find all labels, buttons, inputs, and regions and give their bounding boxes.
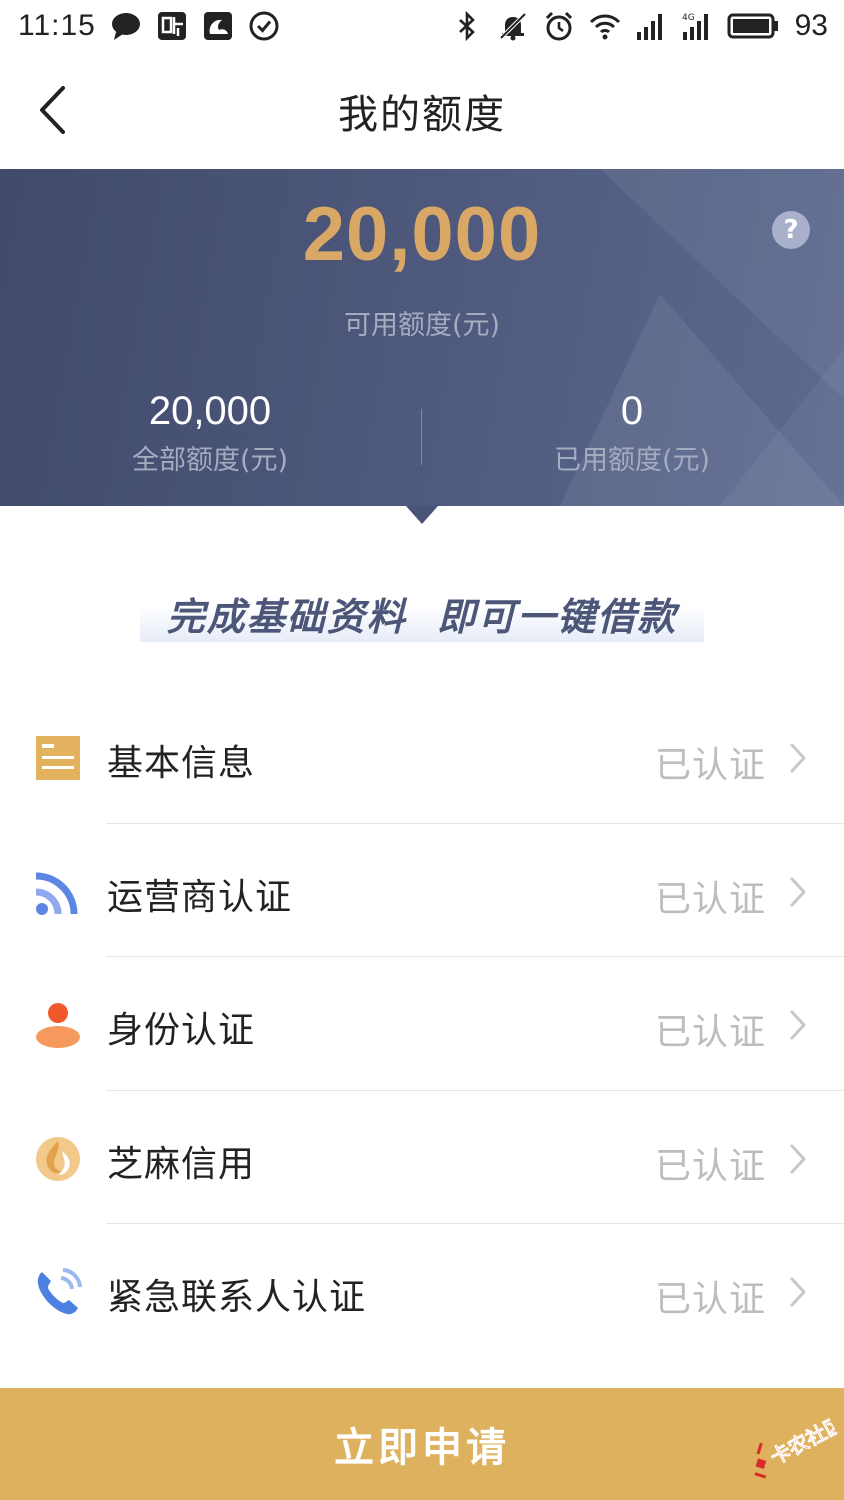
signal-4g-icon: 4G: [682, 13, 708, 40]
cert-list: 基本信息 已认证 运营商认证 已认证 身份认证 已认证 芝麻信用 已认证 紧急联…: [0, 690, 844, 1358]
available-label: 可用额度(元): [343, 310, 501, 341]
chevron-right-icon: [790, 1277, 806, 1307]
help-icon[interactable]: ?: [772, 211, 810, 249]
cert-item-carrier[interactable]: 运营商认证 已认证: [0, 824, 844, 957]
uc-browser-icon: [203, 12, 232, 40]
slogan-banner: 完成基础资料 即可一键借款: [140, 580, 704, 642]
battery-level: 93: [794, 9, 828, 42]
cert-item-status: 已认证: [654, 1145, 766, 1187]
used-quota: 0 已用额度(元): [482, 389, 782, 477]
chat-bubble-icon: [111, 13, 140, 40]
total-quota: 20,000 全部额度(元): [60, 389, 360, 477]
panel-pointer: [406, 506, 438, 524]
cert-item-basic-info[interactable]: 基本信息 已认证: [0, 690, 844, 824]
total-quota-value: 20,000: [148, 389, 272, 433]
slogan-text: 完成基础资料 即可一键借款: [166, 594, 678, 639]
document-icon: [36, 736, 80, 780]
sesame-icon: [36, 1136, 80, 1181]
status-left: 11:15: [18, 9, 280, 43]
cert-item-emergency-contact[interactable]: 紧急联系人认证 已认证: [0, 1224, 844, 1358]
chevron-left-icon: [40, 86, 65, 134]
person-icon: [36, 1003, 80, 1048]
back-button[interactable]: [26, 80, 78, 140]
phone-icon: [37, 1268, 82, 1315]
apply-now-button[interactable]: 立即申请: [0, 1388, 844, 1500]
page-title: 我的额度: [338, 91, 506, 138]
used-quota-value: 0: [620, 389, 644, 433]
signal-icon: [636, 14, 662, 40]
cert-item-status: 已认证: [654, 878, 766, 920]
stat-divider: [421, 409, 422, 465]
chevron-right-icon: [790, 877, 806, 906]
cert-item-label: 紧急联系人认证: [107, 1277, 367, 1318]
status-time: 11:15: [18, 9, 96, 42]
chevron-right-icon: [790, 1144, 806, 1173]
wifi-icon: [589, 14, 620, 40]
bluetooth-icon: [458, 10, 475, 42]
chevron-right-icon: [790, 1010, 806, 1040]
cert-item-label: 基本信息: [107, 743, 256, 784]
available-amount: 20,000: [302, 192, 542, 277]
chevron-right-icon: [790, 743, 806, 773]
tieba-icon: [157, 12, 186, 40]
total-quota-label: 全部额度(元): [131, 445, 289, 476]
cert-item-label: 身份认证: [107, 1010, 256, 1051]
cert-item-status: 已认证: [654, 1012, 766, 1053]
network-label: 4G: [682, 13, 695, 23]
cert-item-identity[interactable]: 身份认证 已认证: [0, 957, 844, 1091]
alarm-icon: [545, 11, 572, 41]
cert-item-status: 已认证: [654, 1279, 766, 1320]
status-bar: 11:15 4G 93: [0, 0, 844, 52]
quota-panel: 20,000 可用额度(元) ? 20,000 全部额度(元) 0 已用额度(元…: [0, 169, 844, 506]
cert-item-sesame-credit[interactable]: 芝麻信用 已认证: [0, 1091, 844, 1224]
apply-now-label: 立即申请: [334, 1426, 510, 1470]
cert-item-label: 芝麻信用: [107, 1143, 256, 1185]
used-quota-label: 已用额度(元): [553, 445, 711, 476]
signal-waves-icon: [35, 872, 78, 915]
status-right: 4G 93: [451, 9, 828, 43]
bell-muted-icon: [499, 12, 527, 41]
nav-bar: 我的额度: [0, 52, 844, 169]
battery-icon: [727, 13, 778, 39]
cert-item-label: 运营商认证: [107, 876, 293, 918]
cert-item-status: 已认证: [654, 745, 766, 786]
check-circle-icon: [249, 11, 279, 41]
